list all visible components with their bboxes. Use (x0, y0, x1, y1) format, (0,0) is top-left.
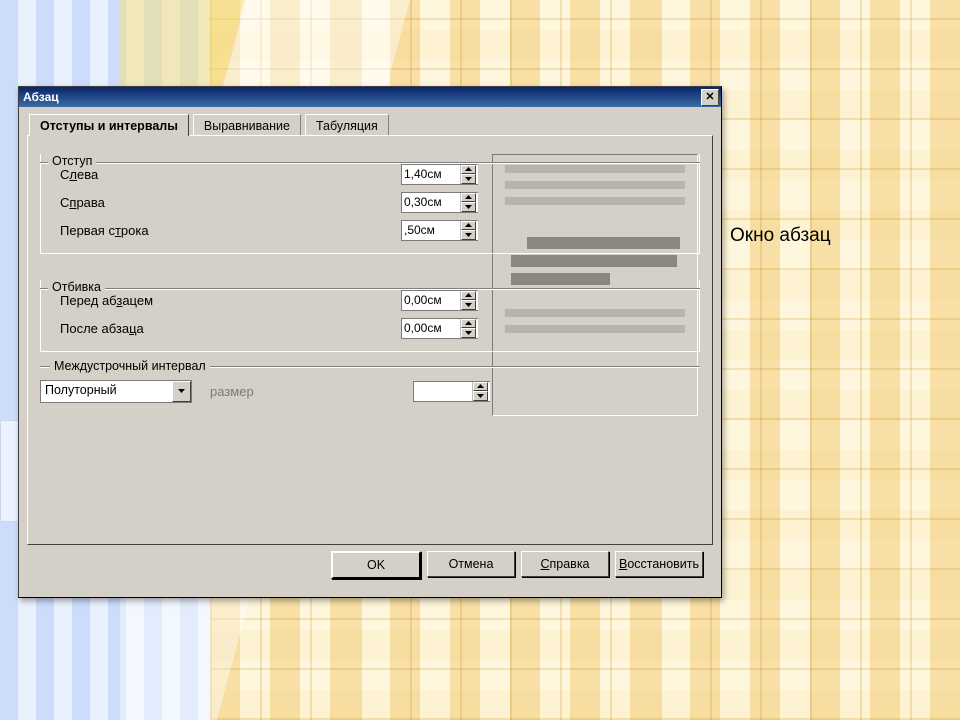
space-before-spinner[interactable] (401, 290, 478, 311)
tab-strip: Отступы и интервалы Выравнивание Табуляц… (29, 113, 713, 135)
chevron-down-icon[interactable] (461, 202, 476, 212)
tab-tabstops[interactable]: Табуляция (305, 114, 389, 136)
label-indent-firstline: Первая строка (54, 223, 149, 238)
chevron-up-icon[interactable] (461, 291, 476, 301)
indent-right-input[interactable] (402, 193, 460, 212)
interline-value: Полуторный (41, 381, 172, 402)
dialog-button-bar: OK Отмена Справка Восстановить (27, 545, 713, 587)
indent-left-spinner[interactable] (401, 164, 478, 185)
indent-first-spinner[interactable] (401, 220, 478, 241)
space-after-input[interactable] (402, 319, 460, 338)
group-spacing-title: Отбивка (48, 280, 105, 294)
titlebar[interactable]: Абзац ✕ (19, 87, 721, 107)
label-space-before: Перед абзацем (54, 293, 153, 308)
slide-caption: Окно абзац (730, 225, 831, 247)
chevron-down-icon[interactable] (473, 391, 488, 401)
indent-left-input[interactable] (402, 165, 460, 184)
group-indent: Отступ Слева Справа (40, 154, 700, 254)
cancel-button[interactable]: Отмена (427, 551, 515, 577)
close-icon[interactable]: ✕ (701, 89, 719, 106)
group-spacing: Отбивка Перед абзацем После абзаца (40, 280, 700, 352)
label-indent-left: Слева (54, 167, 98, 182)
ok-button[interactable]: OK (331, 551, 421, 579)
chevron-down-icon[interactable] (172, 381, 191, 402)
group-interline-title: Междустрочный интервал (50, 359, 210, 373)
interline-size-spinner[interactable] (413, 381, 490, 402)
label-indent-right: Справа (54, 195, 105, 210)
chevron-up-icon[interactable] (473, 382, 488, 392)
interline-combo[interactable]: Полуторный (40, 380, 192, 403)
indent-first-input[interactable] (402, 221, 460, 240)
interline-size-input[interactable] (414, 382, 472, 401)
chevron-down-icon[interactable] (461, 174, 476, 184)
group-indent-title: Отступ (48, 154, 96, 168)
dialog-title: Абзац (23, 90, 701, 104)
chevron-up-icon[interactable] (461, 165, 476, 175)
chevron-down-icon[interactable] (461, 300, 476, 310)
tab-align[interactable]: Выравнивание (193, 114, 301, 136)
chevron-down-icon[interactable] (461, 328, 476, 338)
label-space-after: После абзаца (54, 321, 144, 336)
indent-right-spinner[interactable] (401, 192, 478, 213)
chevron-up-icon[interactable] (461, 319, 476, 329)
chevron-down-icon[interactable] (461, 230, 476, 240)
label-interline-size: размер (204, 384, 254, 399)
paragraph-dialog: Абзац ✕ Отступы и интервалы Выравнивание… (18, 86, 722, 598)
space-before-input[interactable] (402, 291, 460, 310)
tab-indents[interactable]: Отступы и интервалы (29, 114, 189, 136)
help-button[interactable]: Справка (521, 551, 609, 577)
space-after-spinner[interactable] (401, 318, 478, 339)
reset-button[interactable]: Восстановить (615, 551, 703, 577)
chevron-up-icon[interactable] (461, 221, 476, 231)
chevron-up-icon[interactable] (461, 193, 476, 203)
